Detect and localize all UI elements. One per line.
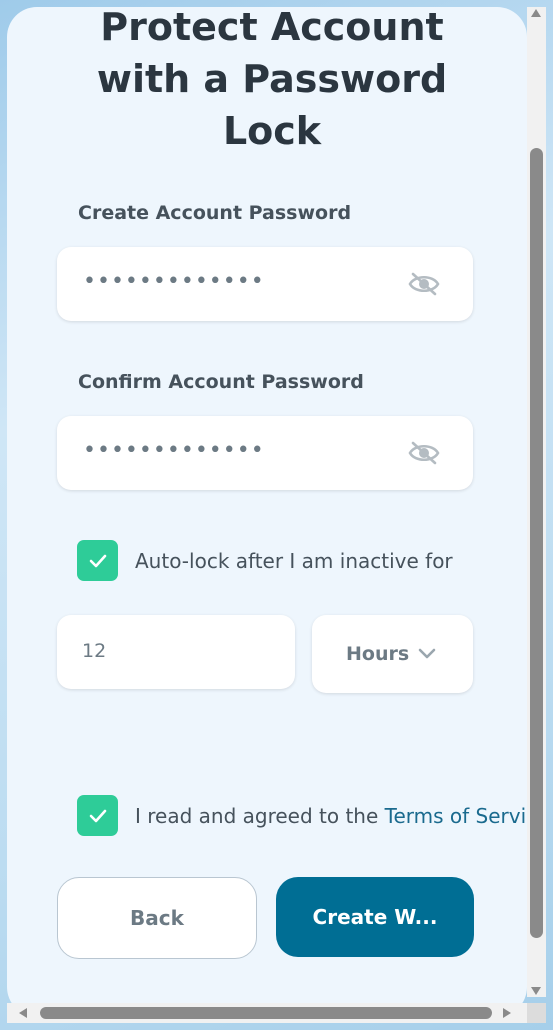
- checkmark-icon: [89, 809, 106, 822]
- scroll-left-icon[interactable]: [19, 1008, 27, 1018]
- create-wallet-button[interactable]: Create W...: [276, 877, 474, 957]
- terms-prefix: I read and agreed to the: [135, 804, 385, 828]
- terms-text: I read and agreed to the Terms of Servic…: [135, 804, 527, 828]
- vertical-scroll-thumb[interactable]: [530, 148, 543, 938]
- confirm-password-value: •••••••••••••: [83, 438, 265, 463]
- page-title: Protect Account with a Password Lock: [7, 7, 527, 157]
- password-label: Create Account Password: [78, 202, 352, 224]
- terms-checkbox[interactable]: [77, 795, 118, 836]
- chevron-down-icon: [417, 644, 437, 664]
- terms-link[interactable]: Terms of Services: [385, 804, 527, 828]
- scroll-down-icon[interactable]: [531, 987, 541, 995]
- autolock-unit-select[interactable]: Hours: [312, 615, 473, 693]
- horizontal-scroll-thumb[interactable]: [40, 1007, 492, 1019]
- confirm-password-label: Confirm Account Password: [78, 371, 364, 393]
- title-line-2: with a Password: [96, 57, 448, 101]
- autolock-amount-value: 12: [82, 640, 107, 662]
- autolock-label: Auto-lock after I am inactive for: [135, 549, 453, 573]
- eye-off-icon[interactable]: [408, 440, 440, 466]
- scrollbar-corner: [527, 1003, 546, 1023]
- checkmark-icon: [89, 554, 106, 567]
- password-value: •••••••••••••: [83, 269, 265, 294]
- scroll-up-icon[interactable]: [531, 9, 541, 17]
- setup-panel: Protect Account with a Password Lock Cre…: [7, 7, 527, 1017]
- title-line-1: Protect Account: [100, 7, 444, 49]
- autolock-amount-input[interactable]: 12: [57, 615, 295, 689]
- eye-off-icon[interactable]: [408, 271, 440, 297]
- password-field[interactable]: •••••••••••••: [57, 247, 473, 321]
- title-line-3: Lock: [222, 109, 322, 153]
- confirm-password-field[interactable]: •••••••••••••: [57, 416, 473, 490]
- autolock-checkbox[interactable]: [77, 540, 118, 581]
- horizontal-scrollbar[interactable]: [7, 1003, 527, 1023]
- vertical-scrollbar[interactable]: [527, 7, 546, 997]
- scroll-right-icon[interactable]: [503, 1008, 511, 1018]
- back-button[interactable]: Back: [57, 877, 257, 959]
- autolock-unit-value: Hours: [346, 643, 410, 665]
